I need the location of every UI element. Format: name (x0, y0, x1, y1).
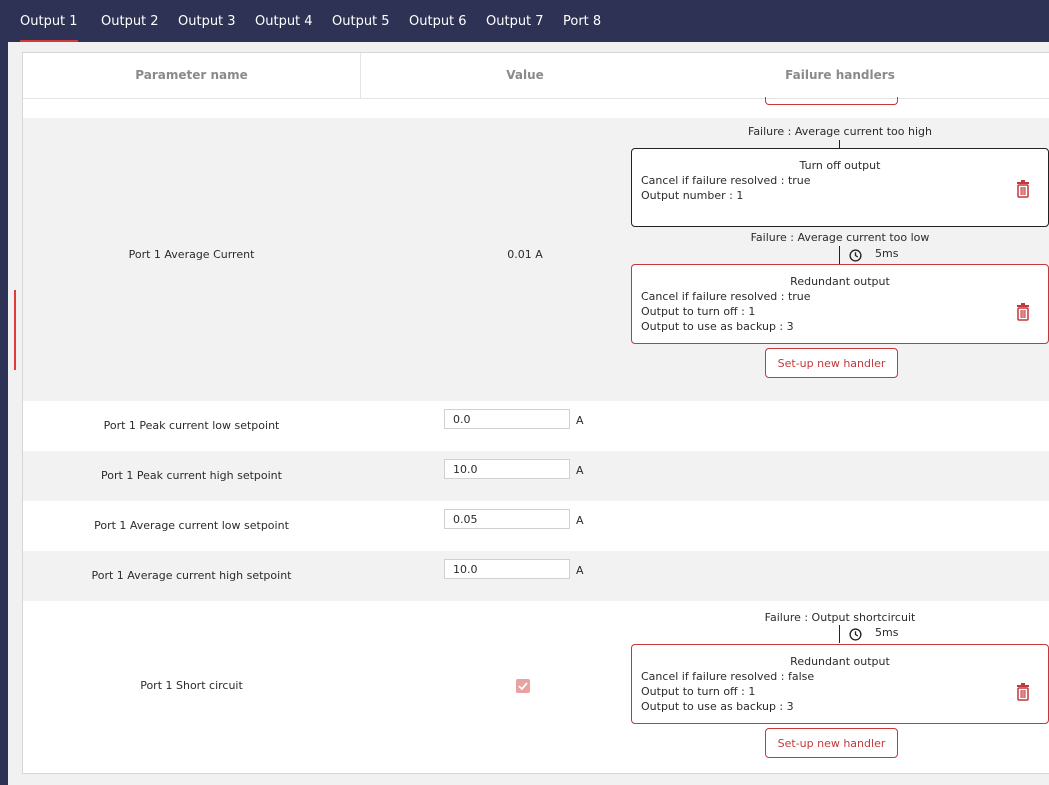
param-name: Port 1 Peak current high setpoint (101, 469, 282, 482)
delay-timer: 5ms (875, 247, 899, 260)
handler-title: Redundant output (790, 275, 890, 288)
trash-icon[interactable] (1016, 683, 1030, 701)
failure-label: Failure : Average current too high (748, 125, 932, 138)
param-name: Port 1 Peak current low setpoint (103, 419, 280, 432)
delay-timer: 5ms (875, 626, 899, 639)
handler-title: Turn off output (799, 159, 881, 172)
param-name: Port 1 Average current high setpoint (91, 569, 292, 582)
tab-output-5[interactable]: Output 5 (332, 0, 390, 40)
tab-output-1[interactable]: Output 1 (20, 0, 78, 42)
peak-high-setpoint-input[interactable] (444, 459, 570, 479)
setup-handler-button-partial[interactable] (765, 97, 898, 105)
check-icon (518, 682, 528, 691)
unit-label: A (576, 564, 584, 577)
trash-icon[interactable] (1016, 180, 1030, 198)
table-row-average-low: Port 1 Average current low setpoint A (23, 501, 1049, 551)
unit-label: A (576, 414, 584, 427)
scroll-indicator (14, 290, 16, 370)
tab-output-3[interactable]: Output 3 (178, 0, 236, 40)
table-row-peak-high: Port 1 Peak current high setpoint A (23, 451, 1049, 501)
table-header: Parameter name Value Failure handlers (23, 53, 1049, 99)
handler-detail: Cancel if failure resolved : true (641, 290, 811, 303)
clock-icon (849, 249, 862, 262)
average-low-setpoint-input[interactable] (444, 509, 570, 529)
setup-new-handler-button[interactable]: Set-up new handler (765, 348, 898, 378)
handler-card-turn-off[interactable]: Turn off output Cancel if failure resolv… (631, 148, 1049, 227)
failure-label: Failure : Output shortcircuit (764, 611, 916, 624)
header-parameter-name: Parameter name (135, 68, 248, 82)
connector-line (839, 140, 840, 148)
tab-output-4[interactable]: Output 4 (255, 0, 313, 40)
table-row-average-high: Port 1 Average current high setpoint A (23, 551, 1049, 601)
failure-label: Failure : Average current too low (750, 231, 930, 244)
handler-card-redundant[interactable]: Redundant output Cancel if failure resol… (631, 264, 1049, 344)
setup-new-handler-button[interactable]: Set-up new handler (765, 728, 898, 758)
connector-line (839, 246, 840, 264)
param-value: 0.01 A (507, 248, 543, 261)
unit-label: A (576, 464, 584, 477)
tab-output-6[interactable]: Output 6 (409, 0, 467, 40)
handler-detail: Output to turn off : 1 (641, 305, 756, 318)
param-name: Port 1 Average Current (128, 248, 255, 261)
content-panel: Parameter name Value Failure handlers Po… (8, 42, 1049, 785)
parameter-table: Parameter name Value Failure handlers Po… (22, 52, 1049, 774)
left-edge-bar (0, 0, 8, 785)
handler-detail: Cancel if failure resolved : false (641, 670, 815, 683)
handler-detail: Output to use as backup : 3 (641, 320, 794, 333)
handler-title: Redundant output (790, 655, 890, 668)
unit-label: A (576, 514, 584, 527)
peak-low-setpoint-input[interactable] (444, 409, 570, 429)
connector-line (839, 625, 840, 643)
header-failure-handlers: Failure handlers (785, 68, 895, 82)
clock-icon (849, 628, 862, 641)
handler-detail: Cancel if failure resolved : true (641, 174, 811, 187)
tab-output-2[interactable]: Output 2 (101, 0, 159, 40)
param-name: Port 1 Average current low setpoint (94, 519, 289, 532)
table-row-peak-low: Port 1 Peak current low setpoint A (23, 401, 1049, 451)
handler-card-redundant[interactable]: Redundant output Cancel if failure resol… (631, 644, 1049, 724)
trash-icon[interactable] (1016, 303, 1030, 321)
handler-detail: Output number : 1 (641, 189, 744, 202)
table-row-average-current: Port 1 Average Current 0.01 A Failure : … (23, 118, 1049, 401)
handler-detail: Output to use as backup : 3 (641, 700, 794, 713)
param-name: Port 1 Short circuit (140, 679, 243, 692)
output-tab-bar: Output 1 Output 2 Output 3 Output 4 Outp… (8, 0, 1049, 42)
average-high-setpoint-input[interactable] (444, 559, 570, 579)
table-row-short-circuit: Port 1 Short circuit Failure : Output sh… (23, 601, 1049, 773)
tab-port-8[interactable]: Port 8 (563, 0, 601, 40)
handler-detail: Output to turn off : 1 (641, 685, 756, 698)
short-circuit-checkbox[interactable] (516, 679, 530, 693)
header-value: Value (506, 68, 544, 82)
tab-output-7[interactable]: Output 7 (486, 0, 544, 40)
